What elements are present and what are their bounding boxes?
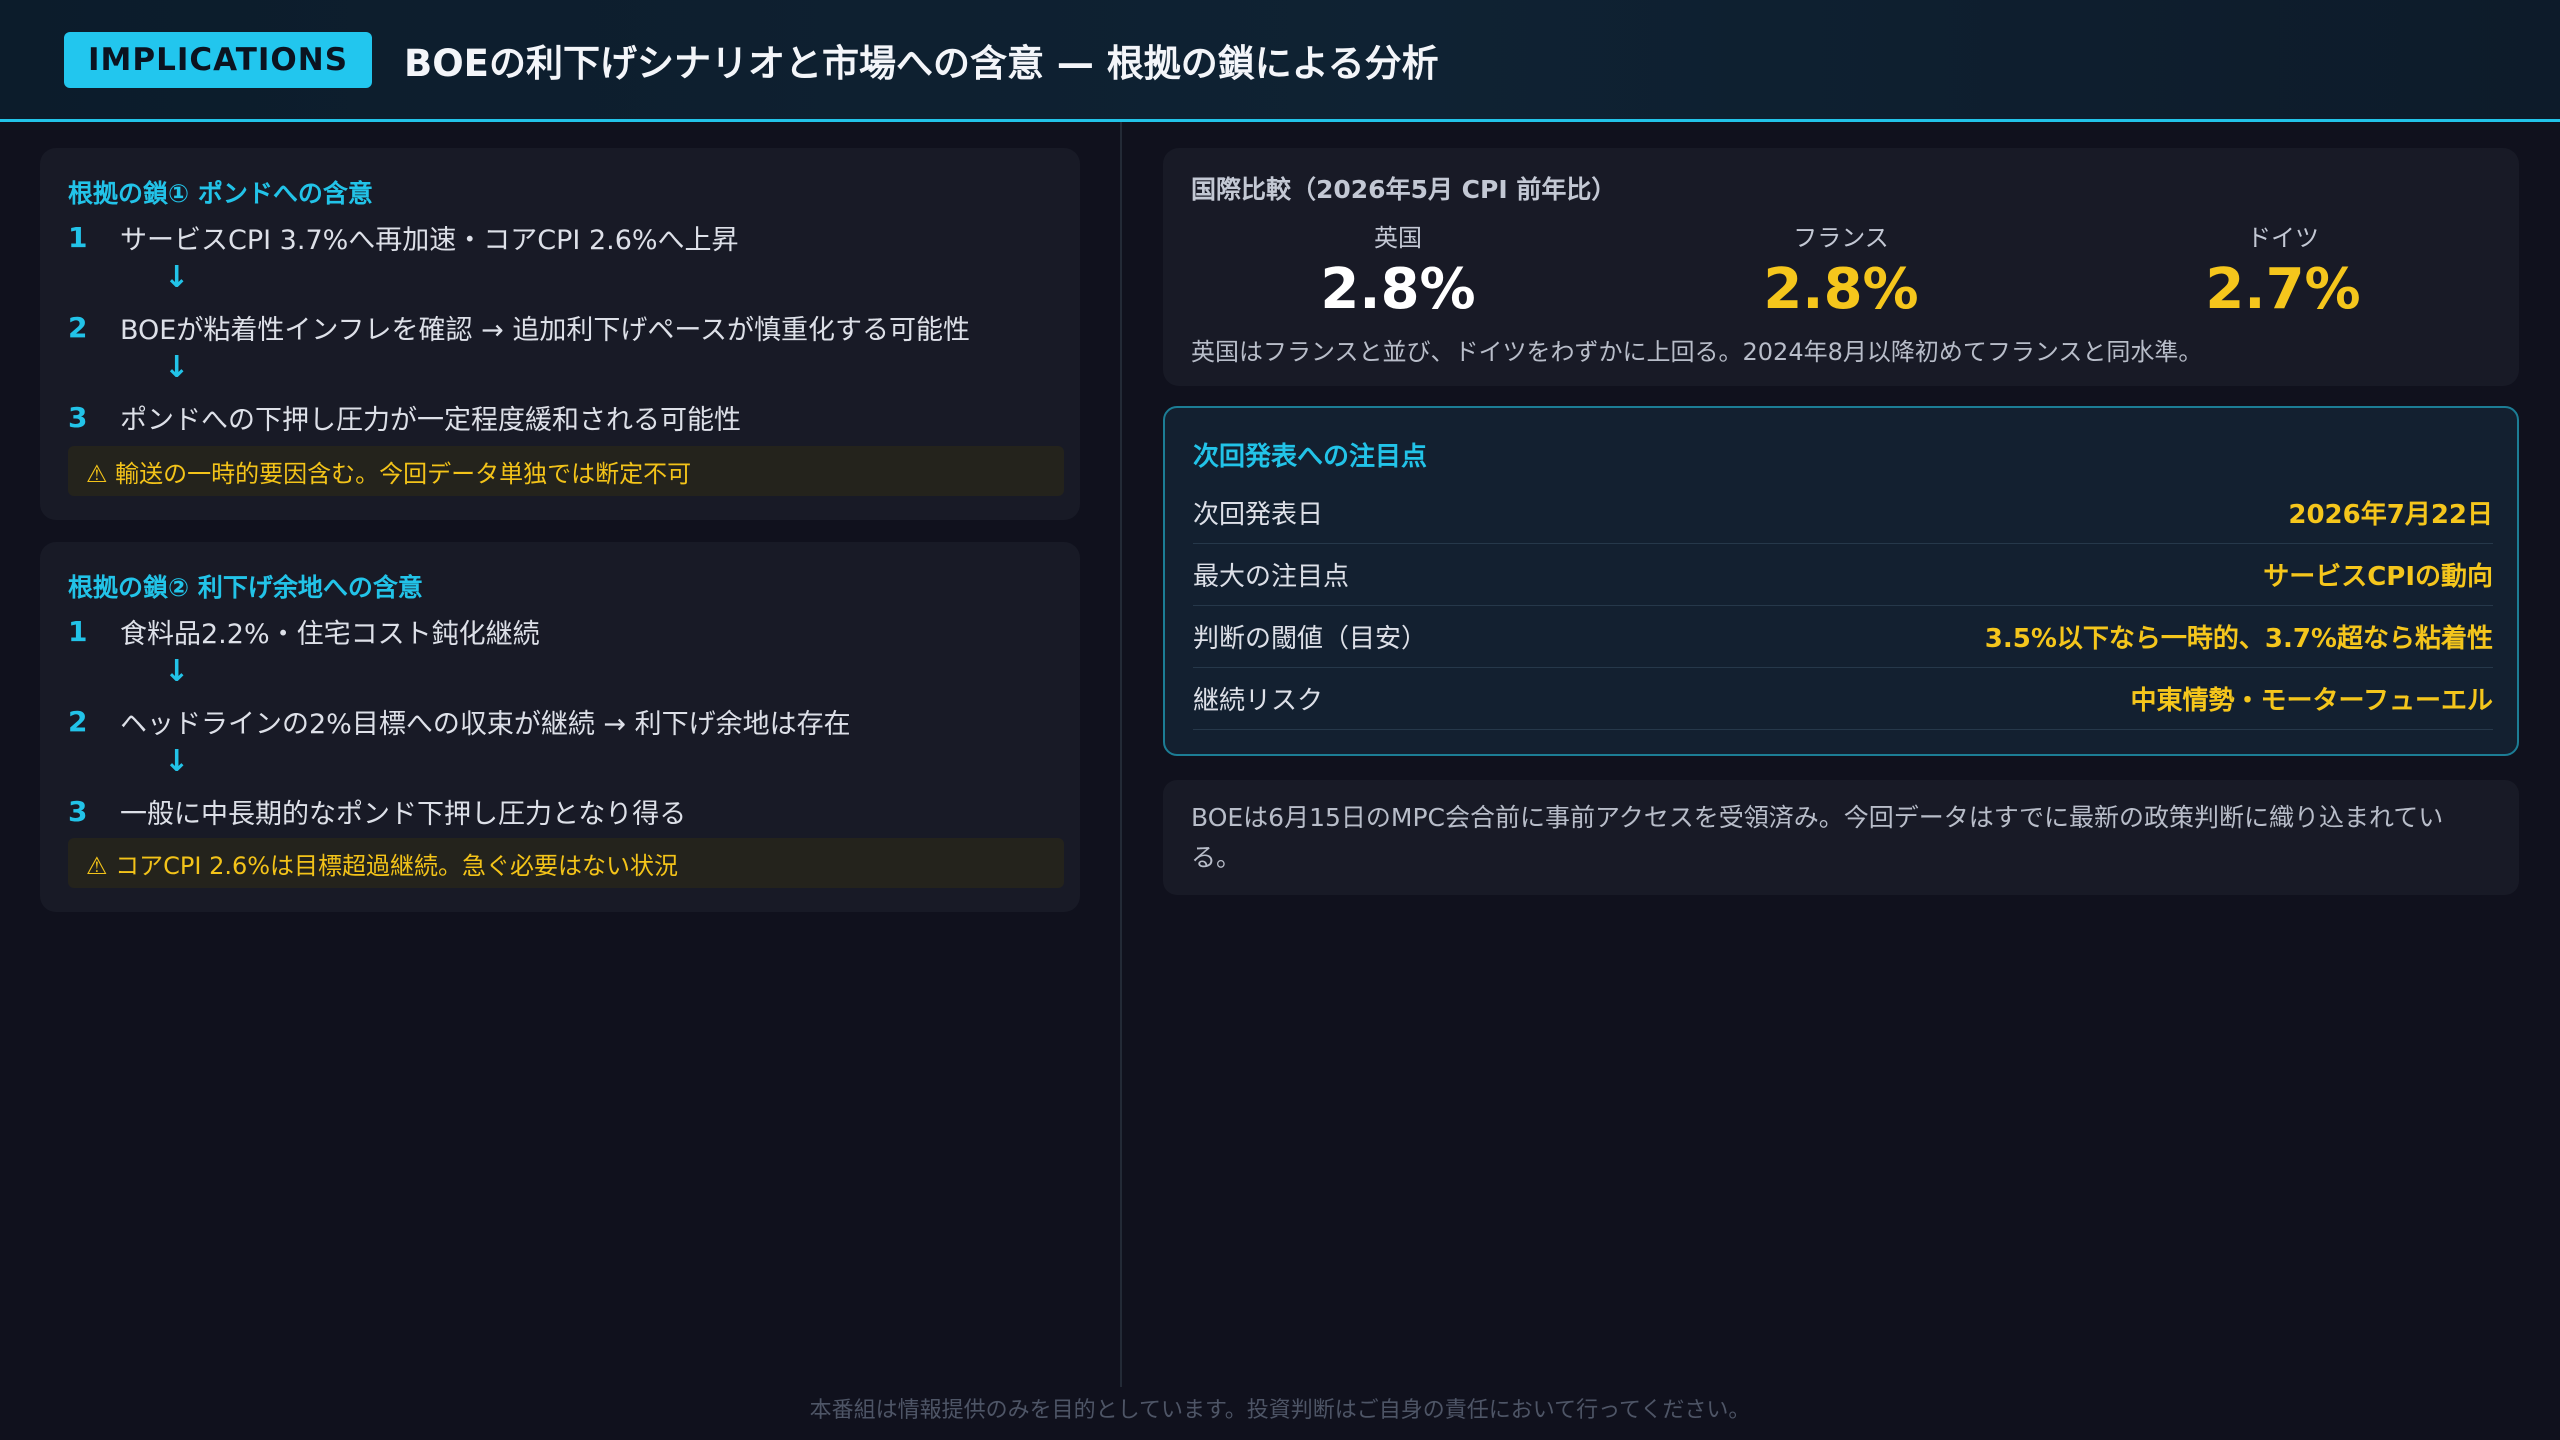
arrow-down-icon: ↓: [164, 350, 190, 385]
next-release-row: 次回発表日 2026年7月22日: [1193, 482, 2493, 544]
row-value: サービスCPIの動向: [2263, 562, 2493, 592]
chain-title: 根拠の鎖① ポンドへの含意: [68, 179, 373, 208]
step-number: 1: [68, 615, 88, 648]
international-comparison-card: 国際比較（2026年5月 CPI 前年比） 英国 2.8% フランス 2.8% …: [1163, 148, 2519, 386]
country-label: 英国: [1374, 224, 1422, 252]
next-release-row: 判断の閾値（目安） 3.5%以下なら一時的、3.7%超なら粘着性: [1193, 606, 2493, 668]
implications-badge: IMPLICATIONS: [64, 31, 373, 88]
disclaimer-footer: 本番組は情報提供のみを目的としています。投資判断はご自身の責任において行ってくだ…: [809, 1398, 1751, 1423]
next-release-title: 次回発表への注目点: [1193, 442, 1428, 472]
cpi-value: 2.8%: [1320, 257, 1476, 322]
chain-step: 2 BOEが粘着性インフレを確認 → 追加利下げペースが慎重化する可能性: [68, 308, 970, 347]
evidence-chain-card-2: 根拠の鎖② 利下げ余地への含意 1 食料品2.2%・住宅コスト鈍化継続 ↓ 2 …: [40, 542, 1080, 912]
step-number: 1: [68, 221, 88, 254]
step-text: ポンドへの下押し圧力が一定程度緩和される可能性: [120, 405, 741, 436]
row-key: 判断の閾値（目安）: [1193, 624, 1428, 654]
column-divider: [1120, 122, 1122, 1387]
comparison-uk: 英国 2.8%: [1248, 218, 1548, 322]
step-number: 3: [68, 795, 88, 828]
row-key: 継続リスク: [1193, 686, 1324, 716]
step-number: 2: [68, 311, 88, 344]
row-key: 次回発表日: [1193, 500, 1324, 530]
chain-title: 根拠の鎖② 利下げ余地への含意: [68, 573, 423, 602]
step-number: 2: [68, 705, 88, 738]
step-text: サービスCPI 3.7%へ再加速・コアCPI 2.6%へ上昇: [120, 225, 739, 256]
comparison-france: フランス 2.8%: [1691, 218, 1991, 322]
step-text: BOEが粘着性インフレを確認 → 追加利下げペースが慎重化する可能性: [120, 315, 970, 346]
country-label: ドイツ: [2247, 224, 2319, 252]
next-release-row: 継続リスク 中東情勢・モーターフューエル: [1193, 668, 2493, 730]
chain-step: 3 ポンドへの下押し圧力が一定程度緩和される可能性: [68, 398, 741, 437]
evidence-chain-card-1: 根拠の鎖① ポンドへの含意 1 サービスCPI 3.7%へ再加速・コアCPI 2…: [40, 148, 1080, 520]
step-text: 一般に中長期的なポンド下押し圧力となり得る: [120, 799, 687, 830]
row-value: 2026年7月22日: [2288, 500, 2493, 530]
header-bar: IMPLICATIONS BOEの利下げシナリオと市場への含意 — 根拠の鎖によ…: [0, 0, 2560, 122]
step-number: 3: [68, 401, 88, 434]
row-value: 3.5%以下なら一時的、3.7%超なら粘着性: [1984, 624, 2493, 654]
row-value: 中東情勢・モーターフューエル: [2130, 686, 2493, 716]
row-key: 最大の注目点: [1193, 562, 1350, 592]
arrow-down-icon: ↓: [164, 260, 190, 295]
chain-step: 3 一般に中長期的なポンド下押し圧力となり得る: [68, 792, 686, 831]
arrow-down-icon: ↓: [164, 654, 190, 689]
warning-note: ⚠ 輸送の一時的要因含む。今回データ単独では断定不可: [68, 446, 1064, 496]
chain-step: 1 サービスCPI 3.7%へ再加速・コアCPI 2.6%へ上昇: [68, 218, 739, 257]
next-release-row: 最大の注目点 サービスCPIの動向: [1193, 544, 2493, 606]
chain-step: 2 ヘッドラインの2%目標への収束が継続 → 利下げ余地は存在: [68, 702, 851, 741]
comparison-label: 国際比較（2026年5月 CPI 前年比）: [1191, 175, 1617, 204]
warning-note: ⚠ コアCPI 2.6%は目標超過継続。急ぐ必要はない状況: [68, 838, 1064, 888]
step-text: 食料品2.2%・住宅コスト鈍化継続: [120, 619, 540, 650]
country-label: フランス: [1793, 224, 1889, 252]
arrow-down-icon: ↓: [164, 744, 190, 779]
step-text: ヘッドラインの2%目標への収束が継続 → 利下げ余地は存在: [120, 709, 851, 740]
chain-step: 1 食料品2.2%・住宅コスト鈍化継続: [68, 612, 540, 651]
next-release-card: 次回発表への注目点 次回発表日 2026年7月22日 最大の注目点 サービスCP…: [1163, 406, 2519, 756]
cpi-value: 2.8%: [1763, 257, 1919, 322]
comparison-germany: ドイツ 2.7%: [2133, 218, 2433, 322]
mpc-info-note: BOEは6月15日のMPC会合前に事前アクセスを受領済み。今回データはすでに最新…: [1163, 780, 2519, 895]
comparison-note: 英国はフランスと並び、ドイツをわずかに上回る。2024年8月以降初めてフランスと…: [1191, 338, 2203, 366]
cpi-value: 2.7%: [2205, 257, 2361, 322]
page-title: BOEの利下げシナリオと市場への含意 — 根拠の鎖による分析: [404, 41, 1439, 85]
